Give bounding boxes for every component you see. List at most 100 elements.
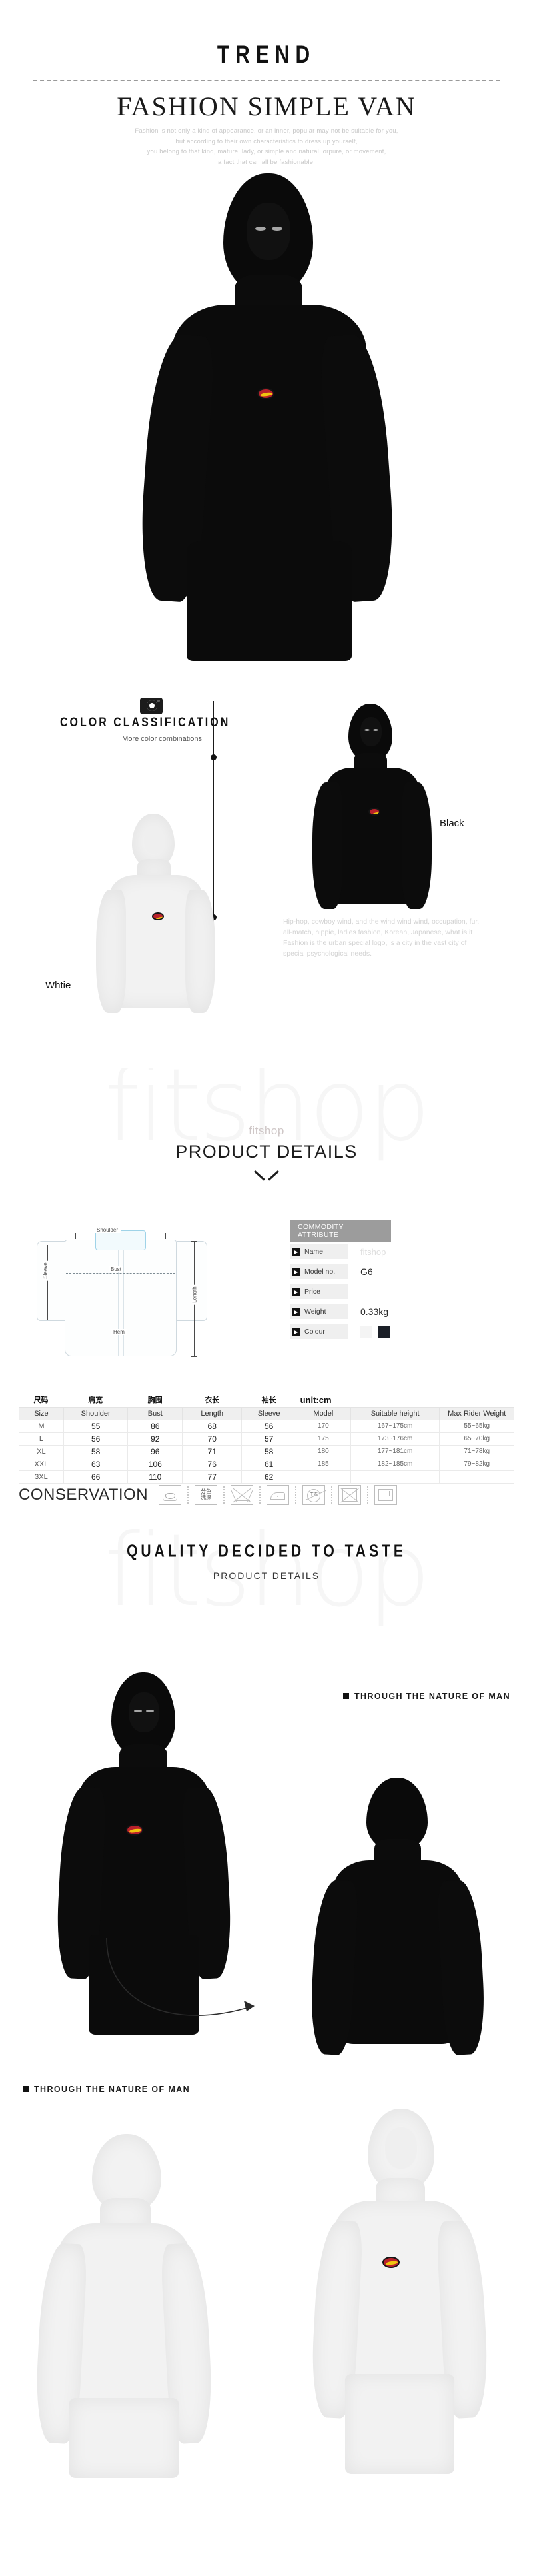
cell-height: 167~175cm	[350, 1419, 440, 1433]
attribute-key-label: Price	[304, 1288, 320, 1296]
variant-label-white: Whtie	[45, 979, 71, 991]
eye-left	[255, 226, 266, 231]
hand-wash-icon	[159, 1484, 182, 1505]
table-row: 3XL 66 110 77 62	[19, 1470, 514, 1484]
table-row: XL 58 96 71 58 180 177~181cm 71~78kg	[19, 1444, 514, 1458]
col-suitable-height: Suitable height	[350, 1406, 440, 1420]
shirt-measure-diagram: Shoulder Bust Hem Sleeve Length	[37, 1221, 217, 1364]
no-tumble-dry-icon	[338, 1484, 362, 1505]
arrow-right-icon: ▶	[292, 1328, 300, 1336]
dim-length: Length	[191, 1284, 198, 1305]
dry-clean-text: 干洗	[310, 1492, 318, 1497]
attribute-key-label: Name	[304, 1248, 324, 1256]
cell-model: 175	[296, 1432, 351, 1446]
cn-header: 胸围	[147, 1396, 163, 1404]
size-table-section: 尺码 肩宽 胸围 衣长 袖长 unit:cm Size Shoulder Bus…	[0, 1394, 533, 1484]
cell-height: 173~176cm	[350, 1432, 440, 1446]
dashed-divider	[33, 80, 500, 81]
page-title: FASHION SIMPLE VAN	[117, 91, 416, 121]
product-detail-page: TREND FASHION SIMPLE VAN Fashion is not …	[0, 0, 533, 2491]
col-max-rider-weight: Max Rider Weight	[439, 1406, 514, 1420]
hero-paragraph: Fashion is not only a kind of appearance…	[0, 126, 533, 168]
connector-arrow-icon	[106, 1937, 255, 2016]
quality-title: QUALITY DECIDED TO TASTE	[127, 1542, 406, 1561]
measurement-and-attributes: Shoulder Bust Hem Sleeve Length COMMODIT…	[0, 1201, 533, 1394]
dim-shoulder: Shoulder	[94, 1226, 121, 1233]
cn-header: 袖长	[261, 1396, 276, 1404]
cell-bust: 106	[127, 1457, 183, 1471]
cell-length: 68	[182, 1419, 243, 1433]
arrow-right-icon: ▶	[292, 1288, 300, 1296]
cell-model: 180	[296, 1444, 351, 1458]
trend-kicker: TREND	[217, 41, 316, 69]
color-classification-section: COLOR CLASSIFICATION More color combinat…	[0, 694, 533, 1068]
hero-section: TREND FASHION SIMPLE VAN Fashion is not …	[0, 0, 533, 694]
lower-torso	[187, 541, 352, 661]
dim-bust: Bust	[109, 1266, 124, 1272]
cell-shoulder: 63	[63, 1457, 129, 1471]
color-classification-subtitle: More color combinations	[122, 734, 202, 743]
cell-sleeve: 56	[241, 1419, 297, 1433]
cell-weight: 79~82kg	[439, 1457, 514, 1471]
cell-length: 76	[182, 1457, 243, 1471]
chest-logo-badge	[257, 387, 274, 399]
quality-section: fitshop QUALITY DECIDED TO TASTE PRODUCT…	[0, 1505, 533, 1652]
cell-size: M	[19, 1419, 64, 1433]
commodity-attributes-header: COMMODITY ATTRIBUTE	[290, 1219, 391, 1242]
cell-size: 3XL	[19, 1470, 64, 1484]
cell-size: XL	[19, 1444, 64, 1458]
model-black-front	[93, 168, 440, 688]
attribute-value: fitshop	[360, 1246, 386, 1257]
cell-bust: 110	[127, 1470, 183, 1484]
cell-sleeve: 58	[241, 1444, 297, 1458]
separate-wash-icon: 分色 洗涤	[195, 1484, 218, 1505]
arrow-right-icon: ▶	[292, 1248, 300, 1256]
table-row: M 55 86 68 56 170 167~175cm 55~65kg	[19, 1419, 514, 1433]
colour-swatch-white[interactable]	[360, 1326, 372, 1338]
cell-bust: 86	[127, 1419, 183, 1433]
iron-icon	[266, 1484, 290, 1505]
model-white-front[interactable]	[294, 2105, 514, 2478]
no-bleach-icon	[231, 1484, 254, 1505]
care-icons-row: 分色 洗涤 干洗	[156, 1484, 400, 1505]
variant-white-photo[interactable]	[80, 811, 233, 1024]
model-white-hooded[interactable]	[20, 2131, 240, 2478]
product-details-header: fitshop fitshop PRODUCT DETAILS	[0, 1068, 533, 1201]
cell-weight: 71~78kg	[439, 1444, 514, 1458]
attribute-row: ▶ Weight 0.33kg	[290, 1302, 486, 1322]
commodity-attributes-table: COMMODITY ATTRIBUTE ▶ Name fitshop ▶ Mod…	[290, 1219, 486, 1342]
divider-dot-top	[211, 754, 217, 760]
conservation-section: CONSERVATION 分色 洗涤 干洗	[0, 1484, 533, 1505]
nature-label-left: THROUGH THE NATURE OF MAN	[23, 2085, 190, 2094]
attribute-row: ▶ Price	[290, 1282, 486, 1302]
col-length: Length	[182, 1406, 243, 1420]
variant-label-black: Black	[440, 817, 464, 829]
square-bullet-icon	[23, 2086, 29, 2093]
cell-model: 170	[296, 1419, 351, 1433]
nature-label-text: THROUGH THE NATURE OF MAN	[34, 2084, 191, 2094]
model-black-back-detail[interactable]	[293, 1775, 506, 2061]
colour-swatch-black[interactable]	[378, 1326, 390, 1338]
attribute-key: ▶ Price	[290, 1284, 348, 1300]
col-size: Size	[19, 1406, 64, 1420]
cell-length: 77	[182, 1470, 243, 1484]
cell-model: 185	[296, 1457, 351, 1471]
cell-model	[296, 1470, 351, 1484]
cell-sleeve: 61	[241, 1457, 297, 1471]
attribute-row: ▶ Name fitshop	[290, 1242, 486, 1262]
cell-height: 182~185cm	[350, 1457, 440, 1471]
size-table-cn-headers: 尺码 肩宽 胸围 衣长 袖长 unit:cm	[19, 1394, 514, 1407]
cell-size: XXL	[19, 1457, 64, 1471]
separate-wash-text: 分色 洗涤	[201, 1488, 212, 1500]
face-mask	[247, 202, 290, 260]
nature-label-right: THROUGH THE NATURE OF MAN	[342, 1692, 510, 1701]
cn-header: 衣长	[205, 1396, 220, 1404]
cell-shoulder: 58	[63, 1444, 129, 1458]
col-sleeve: Sleeve	[241, 1406, 297, 1420]
arrow-right-icon: ▶	[292, 1268, 300, 1276]
variant-black-photo[interactable]	[296, 701, 450, 921]
cell-length: 70	[182, 1432, 243, 1446]
attribute-key: ▶ Name	[290, 1244, 348, 1260]
attribute-key: ▶ Model no.	[290, 1264, 348, 1280]
cell-shoulder: 55	[63, 1419, 129, 1433]
